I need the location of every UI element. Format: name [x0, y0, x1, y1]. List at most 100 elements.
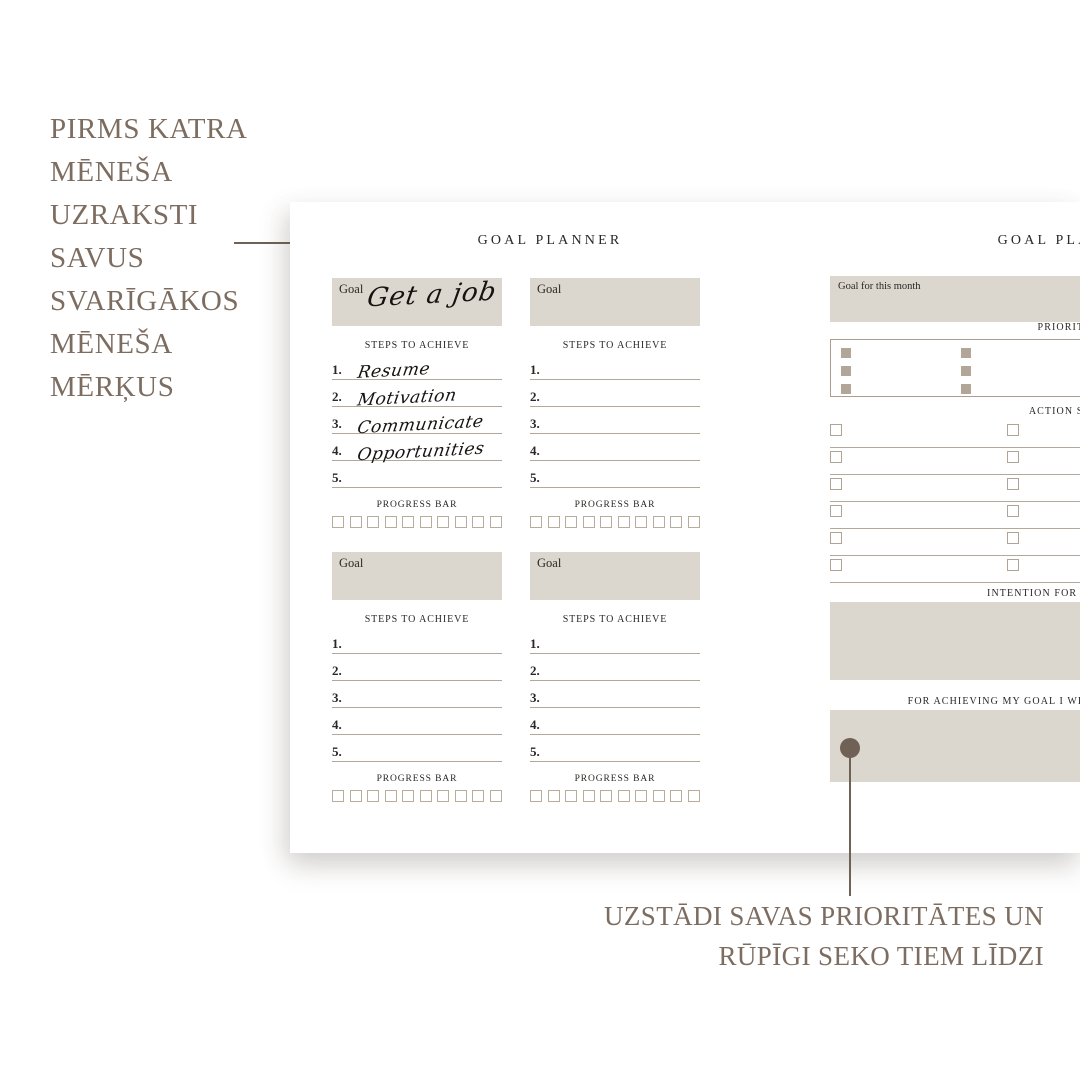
- progress-cell[interactable]: [582, 790, 595, 802]
- progress-cell[interactable]: [582, 516, 595, 528]
- reward-input-box[interactable]: [830, 710, 1080, 782]
- priority-marker-icon[interactable]: [841, 366, 851, 376]
- steps-list: 1. 2. 3. 4. 5.: [530, 353, 700, 488]
- progress-cell[interactable]: [437, 790, 450, 802]
- progress-cell[interactable]: [565, 790, 578, 802]
- progress-cell[interactable]: [472, 790, 485, 802]
- progress-cell[interactable]: [547, 790, 560, 802]
- action-step-row[interactable]: [830, 556, 1080, 583]
- priority-marker-icon[interactable]: [961, 384, 971, 394]
- step-row[interactable]: 1.: [332, 627, 502, 654]
- action-step-checkbox[interactable]: [830, 424, 842, 436]
- action-step-checkbox[interactable]: [1007, 424, 1019, 436]
- step-number: 5.: [332, 744, 342, 759]
- action-step-checkbox[interactable]: [1007, 505, 1019, 517]
- progress-cell[interactable]: [437, 516, 450, 528]
- progress-cell[interactable]: [454, 516, 467, 528]
- progress-cell[interactable]: [402, 516, 415, 528]
- progress-cell[interactable]: [670, 790, 683, 802]
- goal-input-box[interactable]: Goal: [530, 278, 700, 326]
- progress-cell[interactable]: [687, 516, 700, 528]
- goal-input-box[interactable]: Goal Get a job: [332, 277, 502, 326]
- action-step-checkbox[interactable]: [1007, 532, 1019, 544]
- action-step-row[interactable]: [830, 475, 1080, 502]
- action-step-checkbox[interactable]: [830, 559, 842, 571]
- action-step-row[interactable]: [830, 502, 1080, 529]
- intention-input-box[interactable]: [830, 602, 1080, 680]
- progress-cell[interactable]: [547, 516, 560, 528]
- goal-label: Goal: [537, 556, 562, 570]
- goal-input-box[interactable]: Goal: [530, 552, 700, 600]
- step-row[interactable]: 3. Communicate: [332, 407, 502, 438]
- action-step-checkbox[interactable]: [830, 451, 842, 463]
- progress-cell[interactable]: [652, 516, 665, 528]
- step-number: 3.: [530, 690, 540, 705]
- progress-cell[interactable]: [349, 516, 362, 528]
- progress-cell[interactable]: [635, 516, 648, 528]
- step-row[interactable]: 4.: [530, 708, 700, 735]
- action-step-row[interactable]: [830, 448, 1080, 475]
- step-row[interactable]: 5.: [332, 735, 502, 762]
- progress-cell[interactable]: [600, 790, 613, 802]
- step-row[interactable]: 4. Opportunities: [332, 434, 502, 465]
- step-row[interactable]: 3.: [530, 407, 700, 434]
- month-goal-label: Goal for this month: [838, 281, 921, 292]
- step-row[interactable]: 5.: [530, 461, 700, 488]
- progress-cell[interactable]: [600, 516, 613, 528]
- priority-marker-icon[interactable]: [841, 384, 851, 394]
- progress-cell[interactable]: [332, 516, 344, 528]
- priority-marker-icon[interactable]: [961, 366, 971, 376]
- step-row[interactable]: 2.: [332, 654, 502, 681]
- progress-cell[interactable]: [617, 790, 630, 802]
- progress-cell[interactable]: [367, 790, 380, 802]
- progress-cell[interactable]: [489, 790, 502, 802]
- progress-cell[interactable]: [489, 516, 502, 528]
- month-goal-box[interactable]: Goal for this month Smart goal: [830, 276, 1080, 322]
- step-row[interactable]: 2.: [530, 654, 700, 681]
- progress-cell[interactable]: [565, 516, 578, 528]
- priority-marker-icon[interactable]: [841, 348, 851, 358]
- progress-cell[interactable]: [367, 516, 380, 528]
- progress-cell[interactable]: [652, 790, 665, 802]
- progress-cell[interactable]: [419, 516, 432, 528]
- goal-input-box[interactable]: Goal: [332, 552, 502, 600]
- progress-cell[interactable]: [635, 790, 648, 802]
- step-row[interactable]: 1.: [530, 353, 700, 380]
- step-row[interactable]: 5.: [332, 461, 502, 488]
- step-row[interactable]: 4.: [530, 434, 700, 461]
- progress-cell[interactable]: [670, 516, 683, 528]
- action-step-checkbox[interactable]: [1007, 478, 1019, 490]
- step-row[interactable]: 5.: [530, 735, 700, 762]
- action-step-row[interactable]: [830, 529, 1080, 556]
- action-step-checkbox[interactable]: [830, 532, 842, 544]
- priorities-box[interactable]: [830, 339, 1080, 397]
- action-step-checkbox[interactable]: [1007, 559, 1019, 571]
- action-step-checkbox[interactable]: [1007, 451, 1019, 463]
- action-step-row[interactable]: [830, 421, 1080, 448]
- step-row[interactable]: 2. Motivation: [332, 380, 502, 411]
- right-page-title: GOAL PLANNER: [997, 233, 1080, 248]
- progress-cell[interactable]: [454, 790, 467, 802]
- progress-bar-title: PROGRESS BAR: [574, 500, 656, 510]
- progress-cell[interactable]: [687, 790, 700, 802]
- step-row[interactable]: 1.: [530, 627, 700, 654]
- bottom-right-caption: UZSTĀDI SAVAS PRIORITĀTES UN RŪPĪGI SEKO…: [603, 901, 1044, 971]
- step-row[interactable]: 1. Resume: [332, 353, 502, 383]
- progress-cell[interactable]: [384, 790, 397, 802]
- progress-cell[interactable]: [472, 516, 485, 528]
- step-row[interactable]: 2.: [530, 380, 700, 407]
- step-row[interactable]: 4.: [332, 708, 502, 735]
- progress-cell[interactable]: [530, 516, 542, 528]
- priority-marker-icon[interactable]: [961, 348, 971, 358]
- progress-cell[interactable]: [617, 516, 630, 528]
- step-row[interactable]: 3.: [332, 681, 502, 708]
- progress-cell[interactable]: [530, 790, 542, 802]
- progress-cell[interactable]: [332, 790, 344, 802]
- action-step-checkbox[interactable]: [830, 478, 842, 490]
- progress-cell[interactable]: [402, 790, 415, 802]
- progress-cell[interactable]: [384, 516, 397, 528]
- step-row[interactable]: 3.: [530, 681, 700, 708]
- action-step-checkbox[interactable]: [830, 505, 842, 517]
- progress-cell[interactable]: [349, 790, 362, 802]
- progress-cell[interactable]: [419, 790, 432, 802]
